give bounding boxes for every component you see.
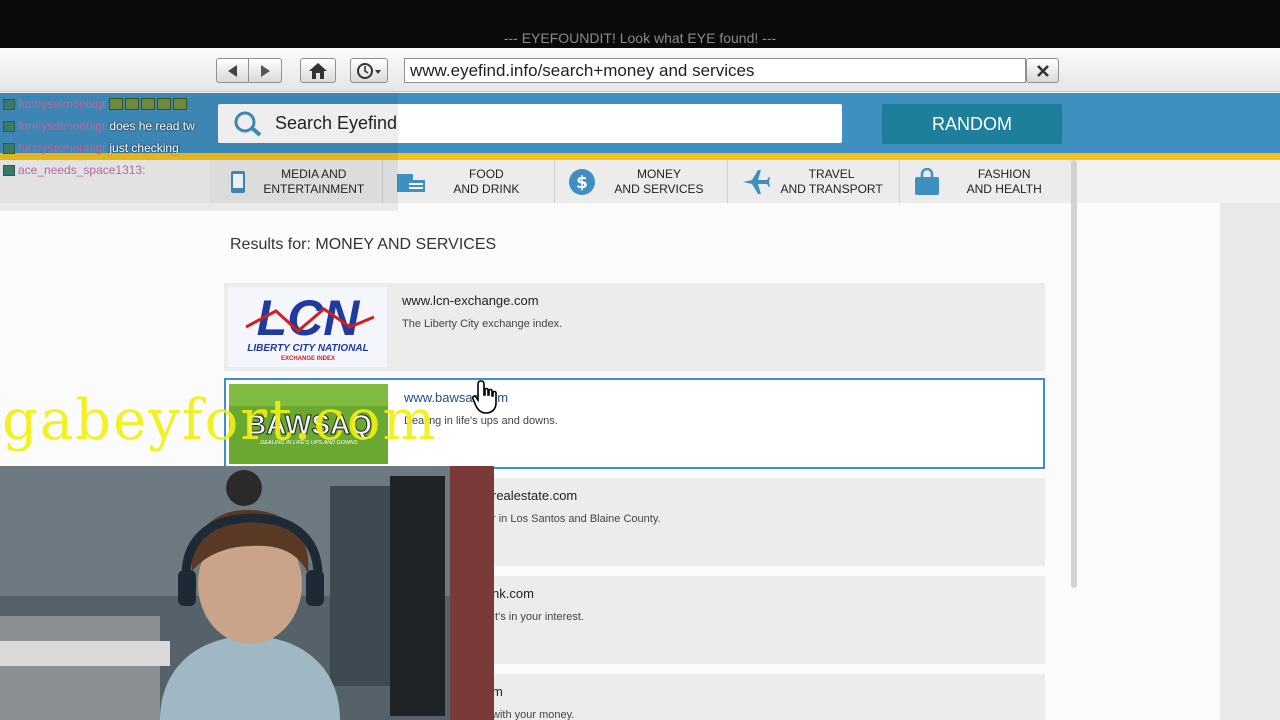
chat-badge-icon [3,142,15,154]
arrow-right-icon [261,64,270,77]
shopping-bag-icon [915,168,940,195]
result-description: It's in your interest. [492,611,584,623]
chat-username: funnysalmonbigt [18,141,106,155]
svg-text:$: $ [576,173,588,193]
close-icon [1036,64,1049,77]
chat-username: funnysalmonbigt [18,97,106,111]
url-input[interactable]: www.eyefind.info/search+money and servic… [404,58,1026,83]
watermark-text: gabeyfort.com [2,388,438,453]
result-domain[interactable]: nk.com [492,586,534,601]
forward-button[interactable] [249,58,282,83]
svg-text:LCN: LCN [257,290,361,346]
result-description: with your money. [492,709,575,720]
result-item-lcn[interactable]: LCN LIBERTY CITY NATIONAL EXCHANGE INDEX… [224,283,1045,371]
home-icon [309,62,327,79]
emote-icon [173,98,188,110]
food-icon [396,174,425,192]
arrow-left-icon [227,64,237,77]
result-domain[interactable]: www.lcn-exchange.com [402,293,539,308]
airplane-icon [742,170,770,194]
category-fashion[interactable]: FASHION AND HEALTH [900,160,1072,203]
browser-toolbar: www.eyefind.info/search+money and servic… [0,48,1280,92]
webcam-overlay [0,466,494,720]
chat-text: just checking [109,141,179,155]
window-title: --- EYEFOUNDIT! Look what EYE found! --- [503,30,777,46]
stream-chat: funnysalmonbigt funnysalmonbigt does he … [0,93,398,211]
close-button[interactable] [1026,58,1059,83]
emote-icon [125,98,140,110]
chat-badge-icon [3,120,15,132]
clock-icon [357,62,381,79]
chat-emotes [109,98,188,110]
hand-cursor-icon [472,380,497,414]
emote-icon [157,98,172,110]
lcn-logo: LCN LIBERTY CITY NATIONAL EXCHANGE INDEX [228,287,387,367]
result-description: r in Los Santos and Blaine County. [492,513,661,525]
category-travel[interactable]: TRAVEL AND TRANSPORT [728,160,901,203]
history-button[interactable] [350,58,388,83]
category-food[interactable]: FOOD AND DRINK [383,160,556,203]
home-button[interactable] [300,58,336,83]
chat-username: ace_needs_space1313: [18,163,146,177]
chat-message: funnysalmonbigt does he read tw [3,116,195,136]
chat-message: funnysalmonbigt [3,94,188,114]
random-button[interactable]: RANDOM [882,104,1062,144]
dollar-icon: $ [569,169,596,195]
chat-message: funnysalmonbigt just checking [3,138,179,158]
webcam-image [0,466,494,720]
scrollbar[interactable] [1071,160,1077,588]
emote-icon [109,98,124,110]
result-domain[interactable]: realestate.com [492,488,577,503]
chat-badge-icon [3,164,15,176]
category-money[interactable]: $ MONEY AND SERVICES [555,160,728,203]
svg-text:LIBERTY CITY NATIONAL: LIBERTY CITY NATIONAL [247,343,369,354]
back-button[interactable] [216,58,249,83]
chat-text: does he read tw [109,119,195,133]
emote-icon [141,98,156,110]
svg-text:EXCHANGE INDEX: EXCHANGE INDEX [281,356,335,362]
result-description: The Liberty City exchange index. [402,318,563,330]
window-title-bar: --- EYEFOUNDIT! Look what EYE found! --- [0,0,1280,48]
chat-badge-icon [3,98,15,110]
results-heading: Results for: MONEY AND SERVICES [230,236,497,253]
chat-username: funnysalmonbigt [18,119,106,133]
chat-message: ace_needs_space1313: [3,160,149,180]
page-margin [1220,203,1280,720]
